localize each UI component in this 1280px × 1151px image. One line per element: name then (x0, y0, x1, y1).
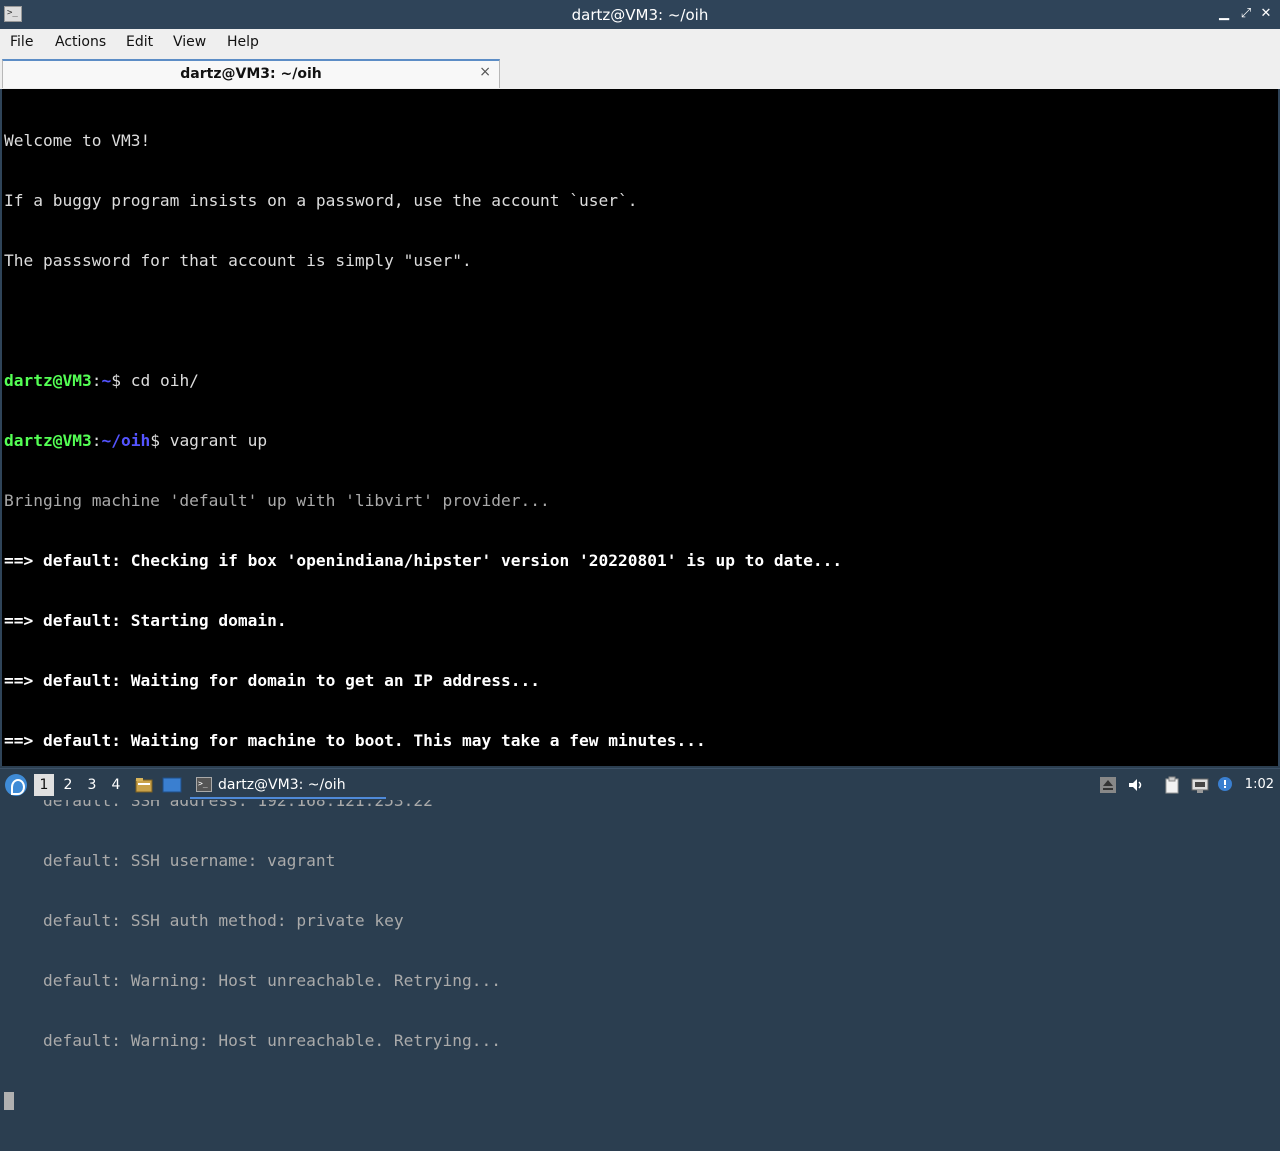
terminal-cursor-line (4, 1091, 1278, 1111)
tab-label: dartz@VM3: ~/oih (180, 66, 322, 82)
terminal-text: default: Waiting for domain to get an IP… (33, 671, 541, 690)
minimize-icon[interactable]: ▁ (1216, 6, 1232, 22)
terminal-text: default: Waiting for machine to boot. Th… (33, 731, 706, 750)
text-cursor (4, 1092, 14, 1110)
workspace-1[interactable]: 1 (34, 774, 54, 796)
arrow-marker: ==> (4, 551, 34, 570)
terminal-line: The passsword for that account is simply… (4, 251, 472, 270)
file-manager-icon[interactable] (134, 775, 154, 795)
terminal-view[interactable]: Welcome to VM3! If a buggy program insis… (0, 89, 1280, 1110)
terminal-bold-line: ==> default: Checking if box 'openindian… (4, 551, 1278, 571)
close-icon[interactable]: ✕ (1258, 6, 1274, 22)
terminal-bold-line: ==> default: Waiting for domain to get a… (4, 671, 1278, 691)
arrow-marker: ==> (4, 671, 34, 690)
menu-bar: File Actions Edit View Help (0, 29, 1280, 57)
terminal-line: default: SSH auth method: private key (4, 911, 404, 930)
tab-terminal[interactable]: dartz@VM3: ~/oih × (2, 59, 500, 88)
clock[interactable]: 1:02 (1245, 777, 1274, 792)
desktop-icon[interactable] (162, 775, 182, 795)
terminal-line: Bringing machine 'default' up with 'libv… (4, 491, 550, 510)
window-titlebar[interactable]: >_ dartz@VM3: ~/oih ▁ ⤢ ✕ (0, 0, 1280, 29)
terminal-bold-line: ==> default: Starting domain. (4, 611, 1278, 631)
prompt-command: $ cd oih/ (111, 371, 199, 390)
workspace-4[interactable]: 4 (106, 777, 126, 793)
menu-actions[interactable]: Actions (55, 34, 106, 50)
terminal-text: default: Starting domain. (33, 611, 287, 630)
terminal-text: default: Checking if box 'openindiana/hi… (33, 551, 843, 570)
window-title: dartz@VM3: ~/oih (571, 6, 709, 24)
maximize-icon[interactable]: ⤢ (1238, 6, 1254, 22)
workspace-2[interactable]: 2 (58, 777, 78, 793)
tab-bar: dartz@VM3: ~/oih × (0, 57, 1280, 89)
menu-file[interactable]: File (10, 34, 33, 50)
terminal-line: If a buggy program insists on a password… (4, 191, 638, 210)
terminal-task-icon: >_ (196, 777, 212, 792)
start-menu-icon[interactable] (5, 774, 27, 796)
taskbar-task-terminal[interactable]: >_ dartz@VM3: ~/oih (190, 771, 386, 799)
terminal-line: Welcome to VM3! (4, 131, 151, 150)
clipboard-icon[interactable] (1163, 776, 1181, 794)
prompt-path: ~ (101, 371, 112, 390)
terminal-prompt-line: dartz@VM3:~/oih$ vagrant up (4, 431, 268, 450)
menu-view[interactable]: View (173, 34, 206, 50)
terminal-prompt-line: dartz@VM3:~$ cd oih/ (4, 371, 199, 390)
terminal-bold-line: ==> default: Waiting for machine to boot… (4, 731, 1278, 751)
prompt-command: $ vagrant up (150, 431, 268, 450)
workspace-3[interactable]: 3 (82, 777, 102, 793)
menu-edit[interactable]: Edit (126, 34, 153, 50)
network-icon[interactable] (1191, 776, 1209, 794)
prompt-user: dartz@VM3 (4, 371, 92, 390)
terminal-line-empty (4, 311, 1278, 331)
arrow-marker: ==> (4, 611, 34, 630)
tab-close-icon[interactable]: × (479, 64, 491, 80)
task-label: dartz@VM3: ~/oih (218, 777, 346, 793)
taskbar: 1 2 3 4 >_ dartz@VM3: ~/oih 1:02 (0, 768, 1280, 800)
menu-help[interactable]: Help (227, 34, 259, 50)
prompt-path: ~/oih (101, 431, 151, 450)
notification-icon[interactable] (1216, 776, 1234, 794)
terminal-line: default: Warning: Host unreachable. Retr… (4, 971, 502, 990)
volume-icon[interactable] (1127, 776, 1145, 794)
eject-icon[interactable] (1099, 776, 1117, 794)
terminal-line: default: SSH username: vagrant (4, 851, 336, 870)
prompt-user: dartz@VM3 (4, 431, 92, 450)
arrow-marker: ==> (4, 731, 34, 750)
terminal-line: default: Warning: Host unreachable. Retr… (4, 1031, 502, 1050)
